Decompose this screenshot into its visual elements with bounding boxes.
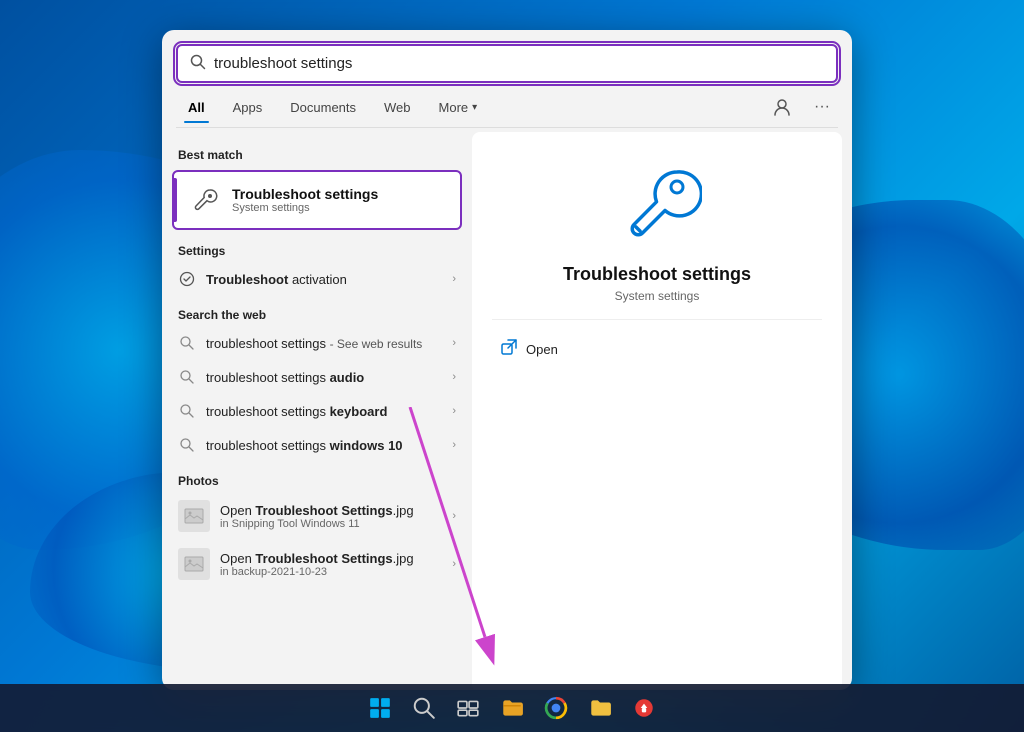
web-search-4-text: troubleshoot settings windows 10 xyxy=(206,438,442,453)
list-item-web-3[interactable]: troubleshoot settings keyboard › xyxy=(162,394,472,428)
search-box[interactable]: troubleshoot settings xyxy=(176,44,838,83)
photos-section-label: Photos xyxy=(162,466,472,492)
chevron-down-icon: ▾ xyxy=(472,102,477,113)
chevron-right-icon-w2: › xyxy=(452,371,456,383)
tabs-bar: All Apps Documents Web More ▾ ··· xyxy=(162,83,852,123)
main-content: Best match Troubleshoot settings System … xyxy=(162,132,852,690)
chevron-right-icon-w4: › xyxy=(452,439,456,451)
chevron-right-icon-w3: › xyxy=(452,405,456,417)
search-taskbar-button[interactable] xyxy=(404,688,444,728)
ellipsis-icon: ··· xyxy=(814,98,830,116)
file-explorer-button[interactable] xyxy=(492,688,532,728)
more-options-button[interactable]: ··· xyxy=(806,91,838,123)
detail-title: Troubleshoot settings xyxy=(563,264,751,285)
search-web-icon-4 xyxy=(178,436,196,454)
task-view-button[interactable] xyxy=(448,688,488,728)
detail-divider xyxy=(492,319,822,320)
tab-documents[interactable]: Documents xyxy=(278,94,368,121)
web-search-3-text: troubleshoot settings keyboard xyxy=(206,404,442,419)
best-match-text: Troubleshoot settings System settings xyxy=(232,186,378,214)
best-match-label: Best match xyxy=(162,140,472,166)
chevron-right-icon: › xyxy=(452,273,456,285)
troubleshoot-activation-text: Troubleshoot activation xyxy=(206,272,442,287)
circle-check-icon xyxy=(178,270,196,288)
detail-open-button[interactable]: Open xyxy=(492,332,822,367)
photos-section: Photos Open Troubleshoot Settings.jpg in… xyxy=(162,464,472,590)
photo-1-text: Open Troubleshoot Settings.jpg in Snippi… xyxy=(220,503,442,530)
open-external-icon xyxy=(500,338,518,361)
chevron-right-icon-p2: › xyxy=(452,558,456,570)
search-input-text: troubleshoot settings xyxy=(214,55,824,72)
tabs-right: ··· xyxy=(766,91,838,123)
tab-apps[interactable]: Apps xyxy=(221,94,275,121)
cast-button[interactable] xyxy=(624,688,664,728)
search-panel: troubleshoot settings All Apps Documents… xyxy=(162,30,852,690)
photo-thumb-1 xyxy=(178,500,210,532)
settings-section-label: Settings xyxy=(162,236,472,262)
account-icon-button[interactable] xyxy=(766,91,798,123)
photo-2-text: Open Troubleshoot Settings.jpg in backup… xyxy=(220,551,442,578)
detail-open-text: Open xyxy=(526,342,558,357)
list-item-web-2[interactable]: troubleshoot settings audio › xyxy=(162,360,472,394)
best-match-item[interactable]: Troubleshoot settings System settings xyxy=(172,170,462,230)
search-input-area: troubleshoot settings xyxy=(162,30,852,83)
photo-thumb-2 xyxy=(178,548,210,580)
search-web-icon-1 xyxy=(178,334,196,352)
web-search-2-text: troubleshoot settings audio xyxy=(206,370,442,385)
web-section-label: Search the web xyxy=(162,300,472,326)
tab-all[interactable]: All xyxy=(176,94,217,121)
chevron-right-icon-w1: › xyxy=(452,337,456,349)
search-web-icon-2 xyxy=(178,368,196,386)
detail-subtitle: System settings xyxy=(615,289,700,303)
left-panel: Best match Troubleshoot settings System … xyxy=(162,132,472,690)
list-item-web-1[interactable]: troubleshoot settings - See web results … xyxy=(162,326,472,360)
settings-section: Settings Troubleshoot activation › xyxy=(162,234,472,298)
wrench-icon xyxy=(186,182,222,218)
chevron-right-icon-p1: › xyxy=(452,510,456,522)
tab-more[interactable]: More ▾ xyxy=(427,94,490,121)
tabs-left: All Apps Documents Web More ▾ xyxy=(176,94,489,121)
taskbar xyxy=(0,684,1024,732)
start-button[interactable] xyxy=(360,688,400,728)
list-item-photo-2[interactable]: Open Troubleshoot Settings.jpg in backup… xyxy=(162,540,472,588)
list-item-photo-1[interactable]: Open Troubleshoot Settings.jpg in Snippi… xyxy=(162,492,472,540)
detail-icon-area xyxy=(607,152,707,252)
tab-web[interactable]: Web xyxy=(372,94,423,121)
right-panel: Troubleshoot settings System settings Op… xyxy=(472,132,842,690)
chrome-button[interactable] xyxy=(536,688,576,728)
file-manager-button[interactable] xyxy=(580,688,620,728)
list-item-web-4[interactable]: troubleshoot settings windows 10 › xyxy=(162,428,472,462)
search-icon xyxy=(190,54,206,73)
tabs-divider xyxy=(176,127,838,128)
search-web-icon-3 xyxy=(178,402,196,420)
list-item-troubleshoot-activation[interactable]: Troubleshoot activation › xyxy=(162,262,472,296)
web-section: Search the web troubleshoot settings - S… xyxy=(162,298,472,464)
web-search-1-text: troubleshoot settings - See web results xyxy=(206,336,442,351)
